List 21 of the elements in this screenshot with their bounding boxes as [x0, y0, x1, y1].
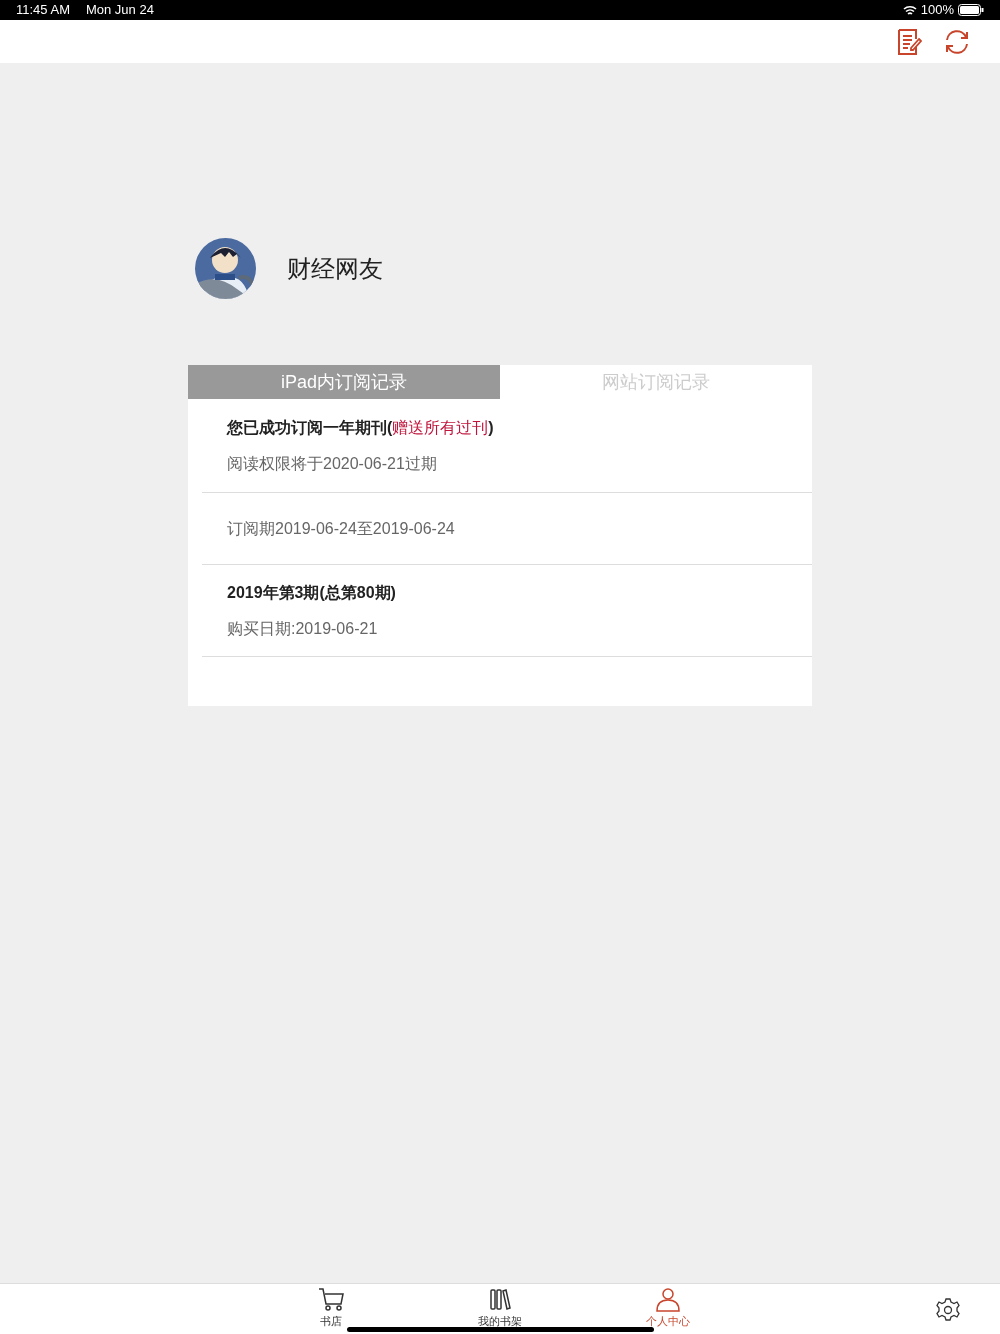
books-icon	[487, 1287, 513, 1312]
tab-bar-item[interactable]: 个人中心	[638, 1287, 698, 1327]
person-icon	[655, 1287, 681, 1312]
user-name: 财经网友	[287, 253, 383, 284]
record-title: 2019年第3期(总第80期)	[227, 582, 397, 603]
refresh-icon[interactable]	[944, 28, 970, 55]
battery-percent: 100%	[920, 1, 954, 20]
record-detail: 订阅期2019-06-24至2019-06-24	[227, 518, 456, 539]
record-detail: 购买日期:2019-06-21	[227, 618, 379, 639]
tab-bar-item[interactable]: 书店	[301, 1287, 361, 1327]
settings-icon[interactable]	[936, 1298, 960, 1322]
record-title: 您已成功订阅一年期刊(赠送所有过刊)	[227, 417, 495, 438]
status-time: 11:45 AM	[16, 1, 70, 20]
tab[interactable]: iPad内订阅记录	[188, 365, 500, 399]
battery-icon	[958, 4, 984, 16]
wifi-icon	[902, 4, 917, 16]
status-date: Mon Jun 24	[85, 1, 154, 20]
edit-note-icon[interactable]	[898, 28, 922, 55]
tab-bar-item[interactable]: 我的书架	[470, 1287, 530, 1327]
record-detail: 阅读权限将于2020-06-21过期	[227, 453, 438, 474]
cart-icon	[318, 1287, 344, 1312]
